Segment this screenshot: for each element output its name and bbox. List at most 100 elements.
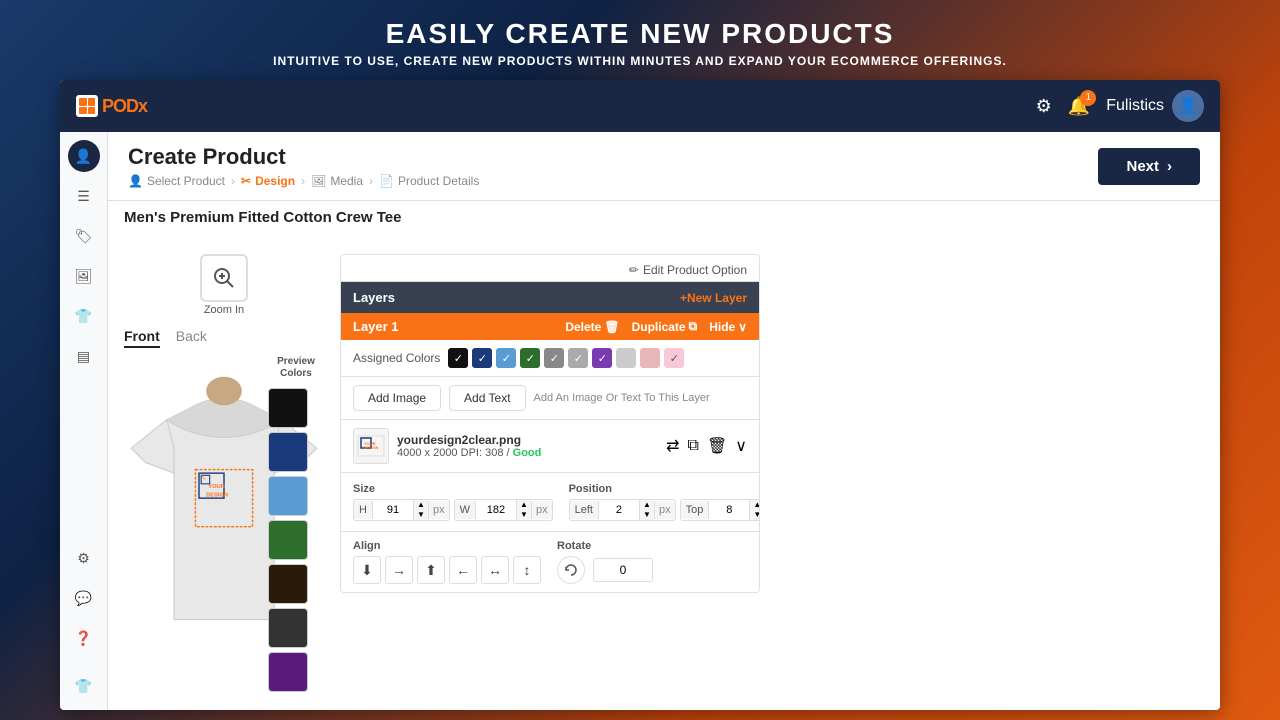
color-swatch-black[interactable] [268,388,308,428]
align-left-button[interactable]: ← [449,556,477,584]
color-check-9[interactable]: ✓ [664,348,684,368]
svg-text:YOUR: YOUR [208,484,224,490]
sidebar-item-profile[interactable]: 👤 [68,140,100,172]
breadcrumb-design: ✂ Design [241,174,295,188]
position-label: Position [569,483,760,495]
position-top-field: Top ▲ ▼ px [680,499,760,521]
rotate-icon[interactable] [557,556,585,584]
sidebar-item-bars[interactable]: ▤ [68,340,100,372]
preview-colors-label: Preview Colors [268,356,324,380]
align-bottom-button[interactable]: ⬇ [353,556,381,584]
rotate-group: Rotate [557,540,653,584]
design-info: yourdesign2clear.png 4000 x 2000 DPI: 30… [397,433,658,459]
layer-1-label: Layer 1 [353,319,399,334]
left-panel: Zoom In Front Back [124,254,324,710]
position-left-up[interactable]: ▲ [640,500,654,510]
notification-button[interactable]: 🔔 1 [1068,96,1090,117]
align-right-button[interactable]: → [385,556,413,584]
add-text-button[interactable]: Add Text [449,385,525,411]
align-label: Align [353,540,541,552]
user-area[interactable]: Fulistics 👤 [1106,90,1204,122]
next-button[interactable]: Next › [1098,148,1200,185]
color-check-6[interactable]: ✓ [592,348,612,368]
size-position-row: Size H ▲ ▼ px [341,473,759,532]
color-check-4[interactable]: ✓ [544,348,564,368]
color-check-1[interactable]: ✓ [472,348,492,368]
add-image-button[interactable]: Add Image [353,385,441,411]
new-layer-button[interactable]: +New Layer [680,291,747,305]
color-check-5[interactable]: ✓ [568,348,588,368]
size-w-input[interactable] [476,501,516,519]
align-center-v-button[interactable]: ↕ [513,556,541,584]
color-swatch-dark-brown[interactable] [268,564,308,604]
copy-design-button[interactable]: ⧉ [688,437,699,455]
sidebar-item-tag[interactable]: 🏷 [68,220,100,252]
size-w-up[interactable]: ▲ [517,500,531,510]
color-swatch-light-blue[interactable] [268,476,308,516]
size-h-down[interactable]: ▼ [414,510,428,520]
sidebar-item-chat[interactable]: 💬 [68,582,100,614]
color-check-2[interactable]: ✓ [496,348,516,368]
tab-front[interactable]: Front [124,328,160,348]
breadcrumb-media: 🖼 Media [311,174,363,188]
edit-product-option-button[interactable]: ✏ Edit Product Option [629,263,747,277]
app-container: PODx ⚙ 🔔 1 Fulistics 👤 👤 ☰ 🏷 🖼 👕 ▤ ⚙ � [60,80,1220,710]
replace-design-button[interactable]: ⇄ [666,436,679,456]
user-avatar: 👤 [1172,90,1204,122]
main-layout: 👤 ☰ 🏷 🖼 👕 ▤ ⚙ 💬 ❓ 👕 Create Product 👤 [60,132,1220,710]
tshirt-area: YOUR DESIGN Preview Colors [124,356,324,676]
color-check-0[interactable]: ✓ [448,348,468,368]
color-swatch-green[interactable] [268,520,308,560]
layers-label: Layers [353,290,395,305]
color-swatches: Preview Colors [268,356,324,692]
page-title: Create Product [128,144,479,170]
duplicate-layer-button[interactable]: Duplicate ⧉ [632,319,698,334]
position-left-down[interactable]: ▼ [640,510,654,520]
color-check-3[interactable]: ✓ [520,348,540,368]
position-left-input[interactable] [599,501,639,519]
zoom-in-button[interactable] [200,254,248,302]
position-top-down[interactable]: ▼ [750,510,760,520]
layers-panel: ✏ Edit Product Option Layers +New Layer … [340,254,760,593]
sidebar-item-help[interactable]: ❓ [68,622,100,654]
align-center-h-button[interactable]: ↔ [481,556,509,584]
sidebar: 👤 ☰ 🏷 🖼 👕 ▤ ⚙ 💬 ❓ 👕 [60,132,108,710]
sidebar-item-bottom-shirt[interactable]: 👕 [68,670,100,702]
sidebar-item-image[interactable]: 🖼 [68,260,100,292]
layer-actions: Delete 🗑 Duplicate ⧉ Hide ∨ [565,319,747,334]
tab-back[interactable]: Back [176,328,207,348]
delete-layer-button[interactable]: Delete 🗑 [565,320,619,334]
hero-subtitle: INTUITIVE TO USE, CREATE NEW PRODUCTS WI… [0,54,1280,68]
navbar-right: ⚙ 🔔 1 Fulistics 👤 [1036,90,1204,122]
sidebar-item-list[interactable]: ☰ [68,180,100,212]
size-h-input[interactable] [373,501,413,519]
rotate-row [557,556,653,584]
size-group: Size H ▲ ▼ px [353,483,553,521]
hide-layer-button[interactable]: Hide ∨ [709,320,747,334]
position-top-input[interactable] [709,501,749,519]
color-swatch-navy[interactable] [268,432,308,472]
assigned-colors-row: Assigned Colors ✓ ✓ ✓ ✓ ✓ ✓ ✓ ✓ [341,340,759,377]
color-swatch-dark-gray[interactable] [268,608,308,648]
position-group: Position Left ▲ ▼ px [569,483,760,521]
color-check-8[interactable] [640,348,660,368]
align-top-button[interactable]: ⬆ [417,556,445,584]
size-w-down[interactable]: ▼ [517,510,531,520]
navbar: PODx ⚙ 🔔 1 Fulistics 👤 [60,80,1220,132]
svg-text:DESIGN: DESIGN [206,493,228,499]
content-area: Create Product 👤 Select Product › ✂ Desi… [108,132,1220,710]
size-h-up[interactable]: ▲ [414,500,428,510]
sidebar-item-settings[interactable]: ⚙ [68,542,100,574]
sidebar-item-shirt[interactable]: 👕 [68,300,100,332]
position-top-up[interactable]: ▲ [750,500,760,510]
color-check-7[interactable] [616,348,636,368]
settings-button[interactable]: ⚙ [1036,96,1052,117]
product-name: Men's Premium Fitted Cotton Crew Tee [124,209,1204,226]
expand-design-button[interactable]: ∨ [735,436,747,456]
edit-option-row: ✏ Edit Product Option [341,255,759,282]
rotate-input[interactable] [593,558,653,582]
delete-design-button[interactable]: 🗑 [707,436,727,456]
size-fields: H ▲ ▼ px W [353,499,553,521]
color-swatch-purple[interactable] [268,652,308,692]
assigned-colors-label: Assigned Colors [353,351,440,365]
